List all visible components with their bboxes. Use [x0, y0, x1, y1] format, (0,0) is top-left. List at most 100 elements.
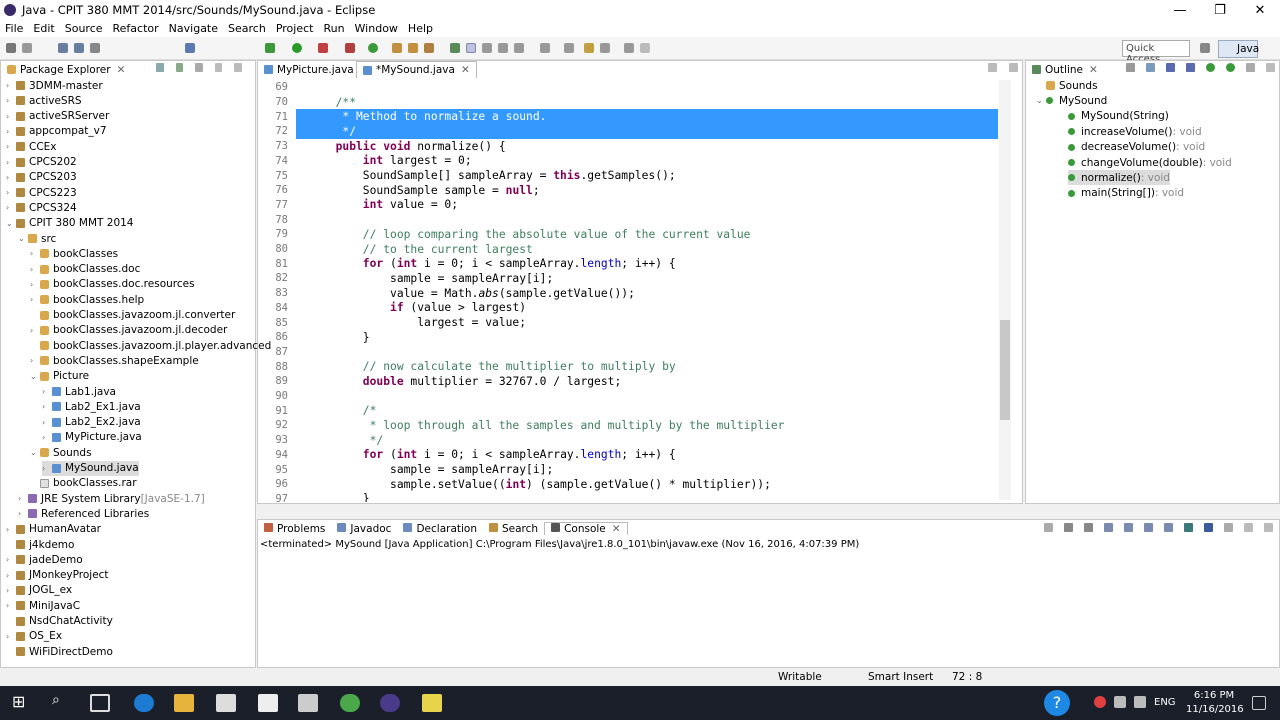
tab-search[interactable]: Search [483, 522, 544, 535]
menu-search[interactable]: Search [223, 22, 271, 35]
collapse-all-icon[interactable] [1126, 63, 1135, 72]
close-button[interactable]: ✕ [1240, 0, 1280, 20]
outline-item[interactable]: normalize() : void [1068, 170, 1170, 186]
collapsed-arrow-icon[interactable]: › [18, 509, 28, 518]
scrollbar-thumb[interactable] [1000, 320, 1010, 420]
tree-item[interactable]: ⌄ Sounds [30, 445, 92, 460]
pilcrow-icon[interactable] [514, 43, 524, 53]
sort-icon[interactable] [1146, 63, 1155, 72]
help-icon[interactable]: ? [1044, 690, 1070, 716]
back-icon[interactable] [600, 43, 610, 53]
menu-run[interactable]: Run [318, 22, 349, 35]
tree-item[interactable]: › CPCS202 [6, 155, 77, 170]
debug-icon[interactable] [265, 43, 275, 53]
close-icon[interactable]: ✕ [612, 523, 621, 535]
menu-refactor[interactable]: Refactor [108, 22, 164, 35]
tree-item[interactable]: ⌄ Picture [30, 369, 89, 384]
open-console-icon[interactable] [1184, 523, 1193, 532]
forward-icon[interactable] [624, 43, 634, 53]
collapsed-arrow-icon[interactable]: › [6, 203, 16, 212]
tree-item[interactable]: › activeSRServer [6, 109, 109, 124]
outline-item[interactable]: ⌄ MySound [1036, 93, 1107, 108]
tab-mypicture[interactable]: MyPicture.java [258, 61, 360, 78]
tree-item[interactable]: › bookClasses.javazoom.jl.decoder [30, 323, 227, 338]
view-menu-icon[interactable] [1224, 523, 1233, 532]
collapsed-arrow-icon[interactable]: › [6, 555, 16, 564]
tree-item[interactable]: NsdChatActivity [6, 614, 113, 629]
clock-date[interactable]: 11/16/2016 [1186, 704, 1244, 715]
tree-item[interactable]: j4kdemo [6, 537, 74, 552]
editor-scrollbar[interactable] [999, 80, 1011, 500]
notifications-icon[interactable] [1252, 696, 1266, 710]
minimize-view-icon[interactable] [988, 63, 997, 72]
forward-dropdown-icon[interactable] [640, 43, 650, 53]
new-console-icon[interactable] [1204, 523, 1213, 532]
collapsed-arrow-icon[interactable]: › [18, 494, 28, 503]
remove-launch-icon[interactable] [1064, 523, 1073, 532]
pin-icon[interactable] [185, 43, 195, 53]
expanded-arrow-icon[interactable]: ⌄ [1036, 96, 1046, 105]
tree-item[interactable]: › MiniJavaC [6, 598, 80, 613]
outline-item[interactable]: increaseVolume() : void [1068, 124, 1202, 139]
collapsed-arrow-icon[interactable]: › [6, 571, 16, 580]
tree-item[interactable]: › CPCS203 [6, 170, 77, 185]
tab-problems[interactable]: Problems [258, 522, 331, 535]
collapsed-arrow-icon[interactable]: › [42, 433, 52, 442]
collapsed-arrow-icon[interactable]: › [30, 249, 40, 258]
outline-item[interactable]: decreaseVolume() : void [1068, 140, 1205, 155]
tab-javadoc[interactable]: Javadoc [331, 522, 397, 535]
toggle-mark-occurrences-icon[interactable] [466, 43, 476, 53]
external-tools-icon[interactable] [345, 43, 355, 53]
search-icon[interactable] [450, 43, 460, 53]
tree-item[interactable]: › Lab2_Ex2.java [42, 415, 141, 430]
tree-item[interactable]: › MySound.java [42, 460, 139, 476]
code-editor[interactable]: 69 70 /** 71 * Method to normalize a sound… [258, 78, 1013, 502]
tree-item[interactable]: › CPCS324 [6, 200, 77, 215]
show-whitespace-icon[interactable] [498, 43, 508, 53]
tab-declaration[interactable]: Declaration [397, 522, 483, 535]
tree-item[interactable]: › MyPicture.java [42, 430, 142, 445]
hide-static-icon[interactable] [1186, 63, 1195, 72]
task-view-icon[interactable] [90, 694, 110, 712]
collapsed-arrow-icon[interactable]: › [6, 601, 16, 610]
tab-console[interactable]: Console ✕ [544, 522, 628, 535]
collapsed-arrow-icon[interactable]: › [30, 280, 40, 289]
outline-item[interactable]: main(String[]) : void [1068, 186, 1184, 201]
maximize-view-icon[interactable] [1264, 523, 1273, 532]
tree-item[interactable]: › bookClasses.shapeExample [30, 353, 199, 368]
outline-item[interactable]: MySound(String) [1068, 109, 1169, 124]
menu-help[interactable]: Help [403, 22, 438, 35]
link-editor-icon[interactable] [175, 63, 184, 72]
collapsed-arrow-icon[interactable]: › [30, 326, 40, 335]
collapsed-arrow-icon[interactable]: › [6, 142, 16, 151]
new-java-project-icon[interactable] [368, 43, 378, 53]
collapsed-arrow-icon[interactable]: › [42, 402, 52, 411]
tree-item[interactable]: › Referenced Libraries [18, 506, 149, 521]
sticky-notes-icon[interactable] [422, 694, 442, 712]
clear-console-icon[interactable] [1104, 523, 1113, 532]
tree-item[interactable]: › 3DMM-master [6, 78, 103, 93]
tree-item[interactable]: ⌄ src [18, 231, 56, 246]
collapsed-arrow-icon[interactable]: › [6, 112, 16, 121]
file-explorer-icon[interactable] [174, 694, 194, 712]
language-indicator[interactable]: ENG [1154, 697, 1176, 708]
tray-icon[interactable] [1114, 696, 1126, 708]
quick-access-input[interactable]: Quick Access [1122, 40, 1190, 65]
menu-navigate[interactable]: Navigate [164, 22, 223, 35]
collapsed-arrow-icon[interactable]: › [30, 356, 40, 365]
collapsed-arrow-icon[interactable]: › [6, 81, 16, 90]
open-type-icon[interactable] [424, 43, 434, 53]
expanded-arrow-icon[interactable]: ⌄ [30, 448, 40, 457]
volume-icon[interactable] [1134, 696, 1146, 708]
tree-item[interactable]: bookClasses.rar [30, 476, 137, 491]
toggle-block-icon[interactable] [482, 43, 492, 53]
minimize-view-icon[interactable] [214, 63, 223, 72]
tree-item[interactable]: › bookClasses [30, 246, 118, 261]
collapsed-arrow-icon[interactable]: › [42, 464, 52, 473]
view-menu-icon[interactable] [195, 63, 203, 72]
tree-item[interactable]: bookClasses.javazoom.jl.converter [30, 308, 235, 323]
store-icon[interactable] [216, 694, 236, 712]
tree-item[interactable]: WiFiDirectDemo [6, 644, 113, 659]
collapsed-arrow-icon[interactable]: › [6, 188, 16, 197]
tree-item[interactable]: › CPCS223 [6, 185, 77, 200]
